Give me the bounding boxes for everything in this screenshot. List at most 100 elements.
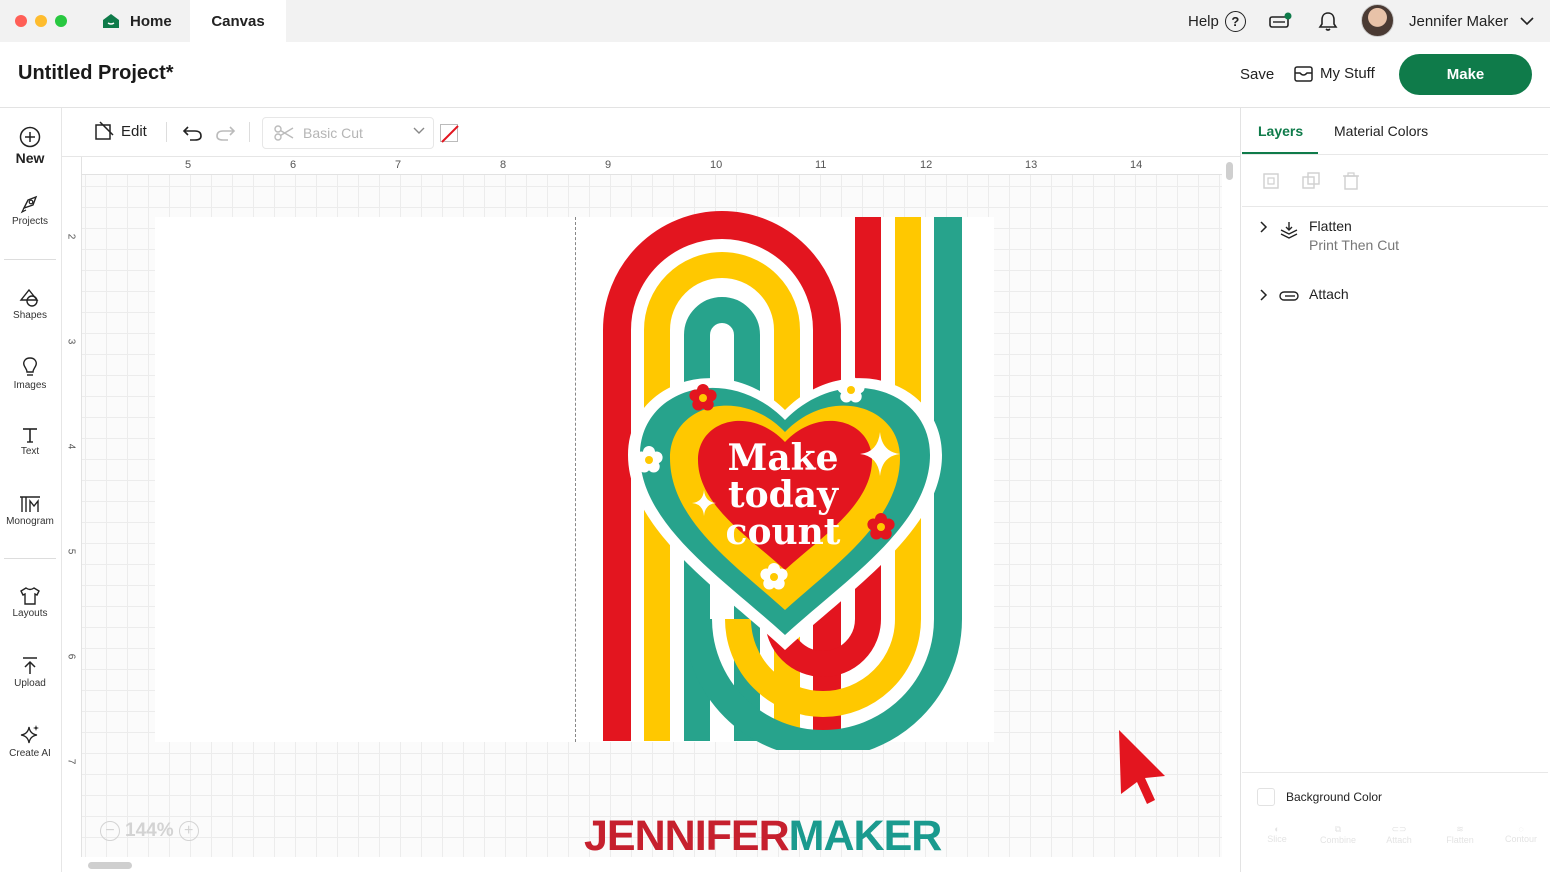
sidebar-label-create-ai: Create AI	[9, 748, 51, 759]
sidebar-item-create-ai[interactable]: Create AI	[0, 724, 60, 759]
tab-material-colors[interactable]: Material Colors	[1334, 123, 1428, 139]
operation-select[interactable]: Basic Cut	[262, 117, 434, 149]
undo-button[interactable]	[182, 122, 204, 147]
panel-divider	[1242, 154, 1548, 155]
minimize-window-button[interactable]	[35, 15, 47, 27]
zoom-control: − 144% +	[100, 816, 199, 846]
save-button[interactable]: Save	[1240, 66, 1274, 83]
tab-home-label: Home	[130, 12, 172, 30]
my-stuff-button[interactable]: My Stuff	[1294, 65, 1375, 82]
background-color-label: Background Color	[1286, 790, 1383, 804]
sparkle-icon	[20, 725, 39, 744]
plus-circle-icon	[19, 126, 41, 148]
project-header: Untitled Project* Save My Stuff Make	[0, 42, 1550, 108]
design-text-line-1: Make	[727, 437, 838, 479]
make-button[interactable]: Make	[1399, 54, 1532, 95]
ruler-mark: 6	[65, 653, 77, 660]
slice-icon: ◐	[1274, 824, 1280, 834]
sidebar-item-images[interactable]: Images	[0, 356, 60, 391]
background-color-checkbox[interactable]	[1257, 788, 1275, 806]
vertical-scrollbar[interactable]	[1226, 162, 1233, 180]
horizontal-scrollbar[interactable]	[88, 862, 132, 869]
redo-icon	[216, 126, 236, 141]
zoom-out-button[interactable]: −	[100, 821, 120, 841]
design-text-line-3: count	[726, 511, 841, 553]
shapes-icon	[19, 288, 39, 307]
panel-divider	[1242, 206, 1548, 207]
sidebar-item-upload[interactable]: Upload	[0, 656, 60, 689]
ruler-mark: 5	[185, 159, 192, 171]
combine-icon: ⧉	[1334, 824, 1342, 834]
title-bar: Home Canvas Help ? Jennifer Maker	[0, 0, 1550, 42]
sidebar-item-layouts[interactable]: Layouts	[0, 586, 60, 619]
user-avatar[interactable]	[1361, 4, 1394, 37]
layer-row-attach[interactable]: Attach	[1255, 286, 1349, 304]
sidebar-label-shapes: Shapes	[13, 310, 47, 321]
ruler-mark: 4	[65, 443, 77, 450]
user-menu[interactable]: Jennifer Maker	[1409, 0, 1534, 42]
attach-button[interactable]: ⊂⊃ Attach	[1373, 824, 1425, 845]
text-icon	[23, 428, 37, 443]
edit-label: Edit	[121, 122, 147, 140]
ruler-mark: 7	[65, 758, 77, 765]
trash-icon[interactable]	[1341, 171, 1361, 191]
background-color-row[interactable]: Background Color	[1257, 788, 1382, 806]
layer-row-flatten[interactable]: Flatten Print Then Cut	[1255, 218, 1399, 253]
combine-button[interactable]: ⧉ Combine	[1312, 824, 1364, 845]
sidebar-label-monogram: Monogram	[6, 516, 54, 527]
zoom-in-button[interactable]: +	[178, 821, 199, 841]
sidebar-label-text: Text	[20, 446, 40, 457]
upload-icon	[23, 657, 37, 674]
notifications-bell-icon[interactable]	[1318, 0, 1338, 42]
scissors-icon	[274, 125, 294, 141]
watermark-logo: JENNIFERMAKER	[584, 812, 942, 861]
sidebar-item-monogram[interactable]: Monogram	[0, 494, 60, 527]
monogram-icon	[20, 496, 40, 512]
layer-title: Flatten	[1309, 218, 1352, 234]
help-button[interactable]: Help ?	[1188, 0, 1246, 42]
ruler-mark: 5	[65, 548, 77, 555]
sidebar-item-new[interactable]: New	[0, 126, 60, 166]
tab-home[interactable]: Home	[100, 0, 195, 42]
contour-button[interactable]: ◌ Contour	[1495, 824, 1547, 845]
help-label: Help	[1188, 12, 1219, 30]
sidebar-label-upload: Upload	[14, 678, 46, 689]
sidebar-divider	[4, 259, 56, 260]
layer-tools-bar: ◐ Slice ⧉ Combine ⊂⊃ Attach ≋ Flatten ◌ Conto…	[1251, 824, 1547, 845]
home-icon	[103, 14, 119, 28]
flatten-icon: ≋	[1456, 824, 1464, 834]
mouse-cursor-icon	[1119, 730, 1165, 804]
flatten-layers-icon	[1280, 222, 1298, 239]
attach-icon	[1279, 291, 1299, 301]
operation-value: Basic Cut	[303, 125, 363, 141]
ruler-mark: 14	[1130, 159, 1143, 171]
chevron-down-icon	[1520, 16, 1534, 25]
tshirt-icon	[20, 587, 40, 605]
tab-canvas[interactable]: Canvas	[190, 0, 286, 42]
project-title[interactable]: Untitled Project*	[18, 62, 174, 85]
color-swatch-none-icon[interactable]	[440, 124, 459, 143]
maximize-window-button[interactable]	[55, 15, 67, 27]
ruler-mark: 9	[605, 159, 612, 171]
tab-canvas-label: Canvas	[211, 12, 265, 30]
redo-button[interactable]	[214, 122, 236, 147]
sidebar-item-text[interactable]: Text	[0, 426, 60, 457]
flatten-label: Flatten	[1446, 835, 1474, 845]
machine-icon[interactable]	[1268, 0, 1292, 42]
sidebar-item-projects[interactable]: Projects	[0, 194, 60, 227]
ruler-mark: 11	[815, 159, 827, 171]
close-window-button[interactable]	[15, 15, 27, 27]
tab-layers[interactable]: Layers	[1258, 123, 1303, 139]
user-name: Jennifer Maker	[1409, 12, 1509, 30]
flatten-button[interactable]: ≋ Flatten	[1434, 824, 1486, 845]
sidebar-label-projects: Projects	[11, 216, 49, 227]
design-artwork[interactable]: Make today count	[600, 210, 970, 750]
duplicate-icon[interactable]	[1301, 171, 1321, 191]
group-icon[interactable]	[1261, 171, 1281, 191]
ruler-mark: 8	[500, 159, 507, 171]
edit-button[interactable]: Edit	[94, 121, 147, 141]
sidebar-item-shapes[interactable]: Shapes	[0, 288, 60, 321]
attach-label: Attach	[1386, 835, 1412, 845]
slice-button[interactable]: ◐ Slice	[1251, 824, 1303, 845]
attach-icon: ⊂⊃	[1391, 824, 1407, 834]
